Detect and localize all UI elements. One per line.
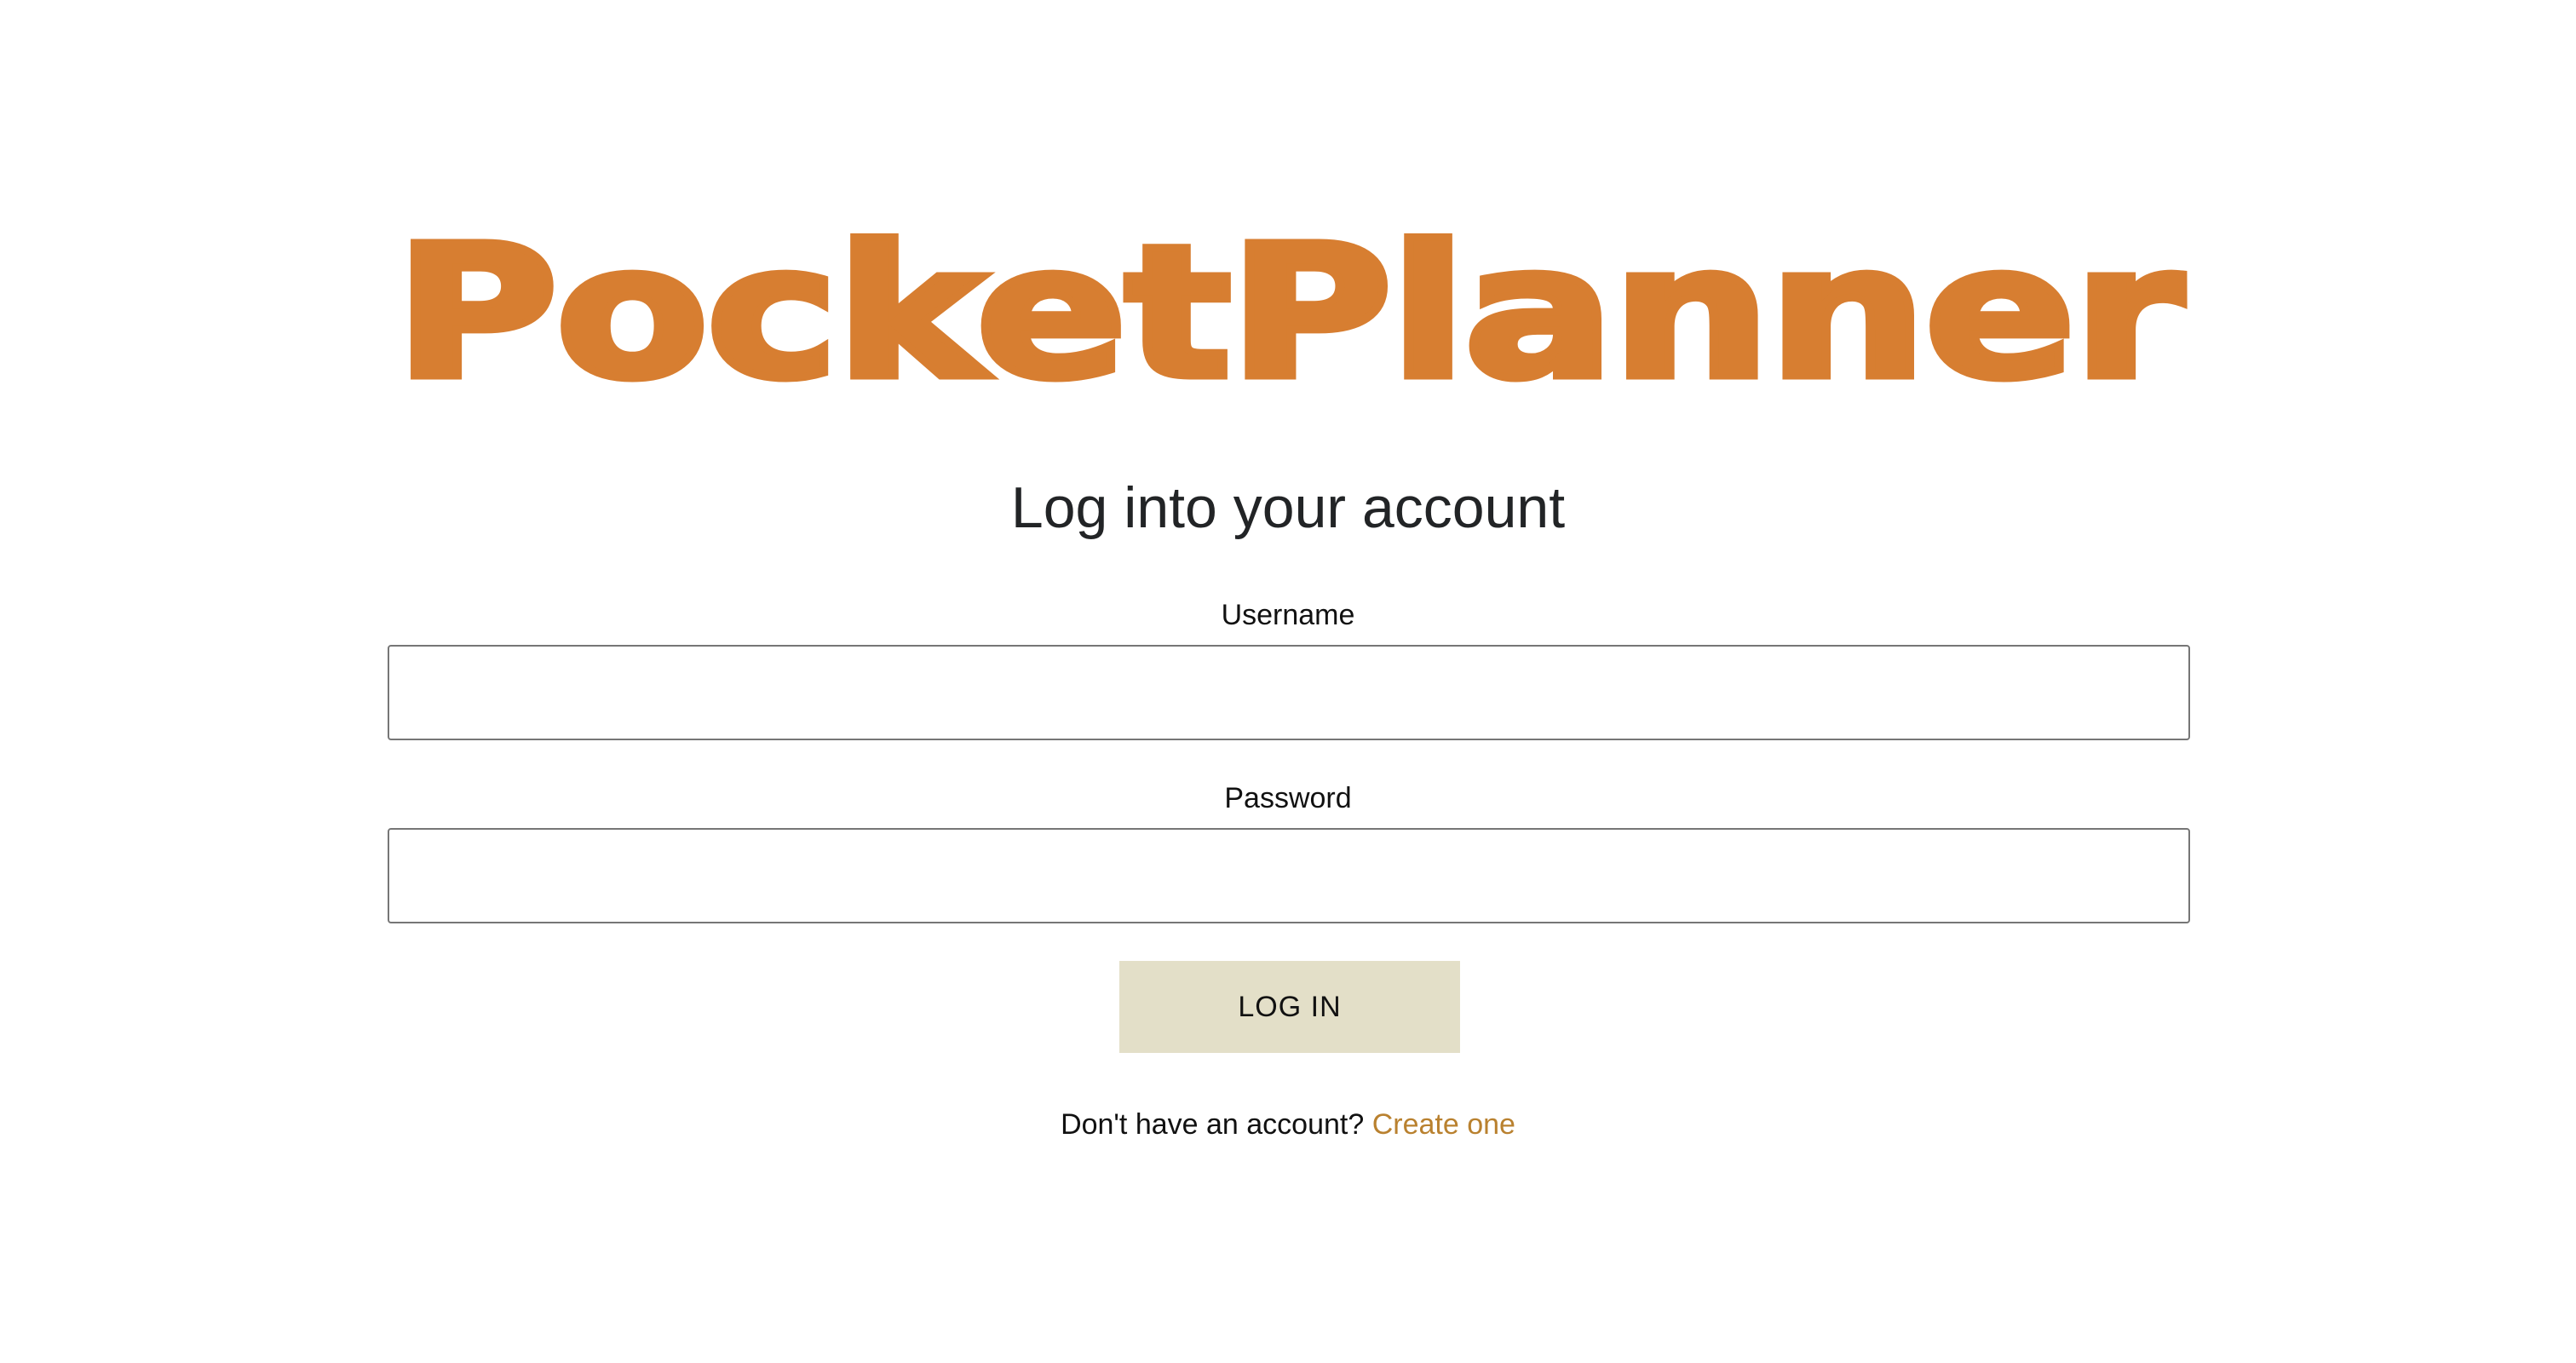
app-logo: PocketPlanner xyxy=(390,207,2188,419)
page-title: Log into your account xyxy=(1010,475,1566,540)
username-input[interactable] xyxy=(388,645,2190,740)
signup-prompt: Don't have an account? Create one xyxy=(0,1107,2576,1142)
signup-prompt-text: Don't have an account? xyxy=(1061,1108,1372,1141)
username-label: Username xyxy=(1221,599,1355,631)
create-account-link[interactable]: Create one xyxy=(1372,1108,1515,1141)
password-label: Password xyxy=(1224,782,1352,814)
login-button[interactable]: LOG IN xyxy=(1119,961,1460,1053)
password-input[interactable] xyxy=(388,828,2190,923)
login-page: PocketPlanner Log into your account User… xyxy=(0,0,2576,1363)
